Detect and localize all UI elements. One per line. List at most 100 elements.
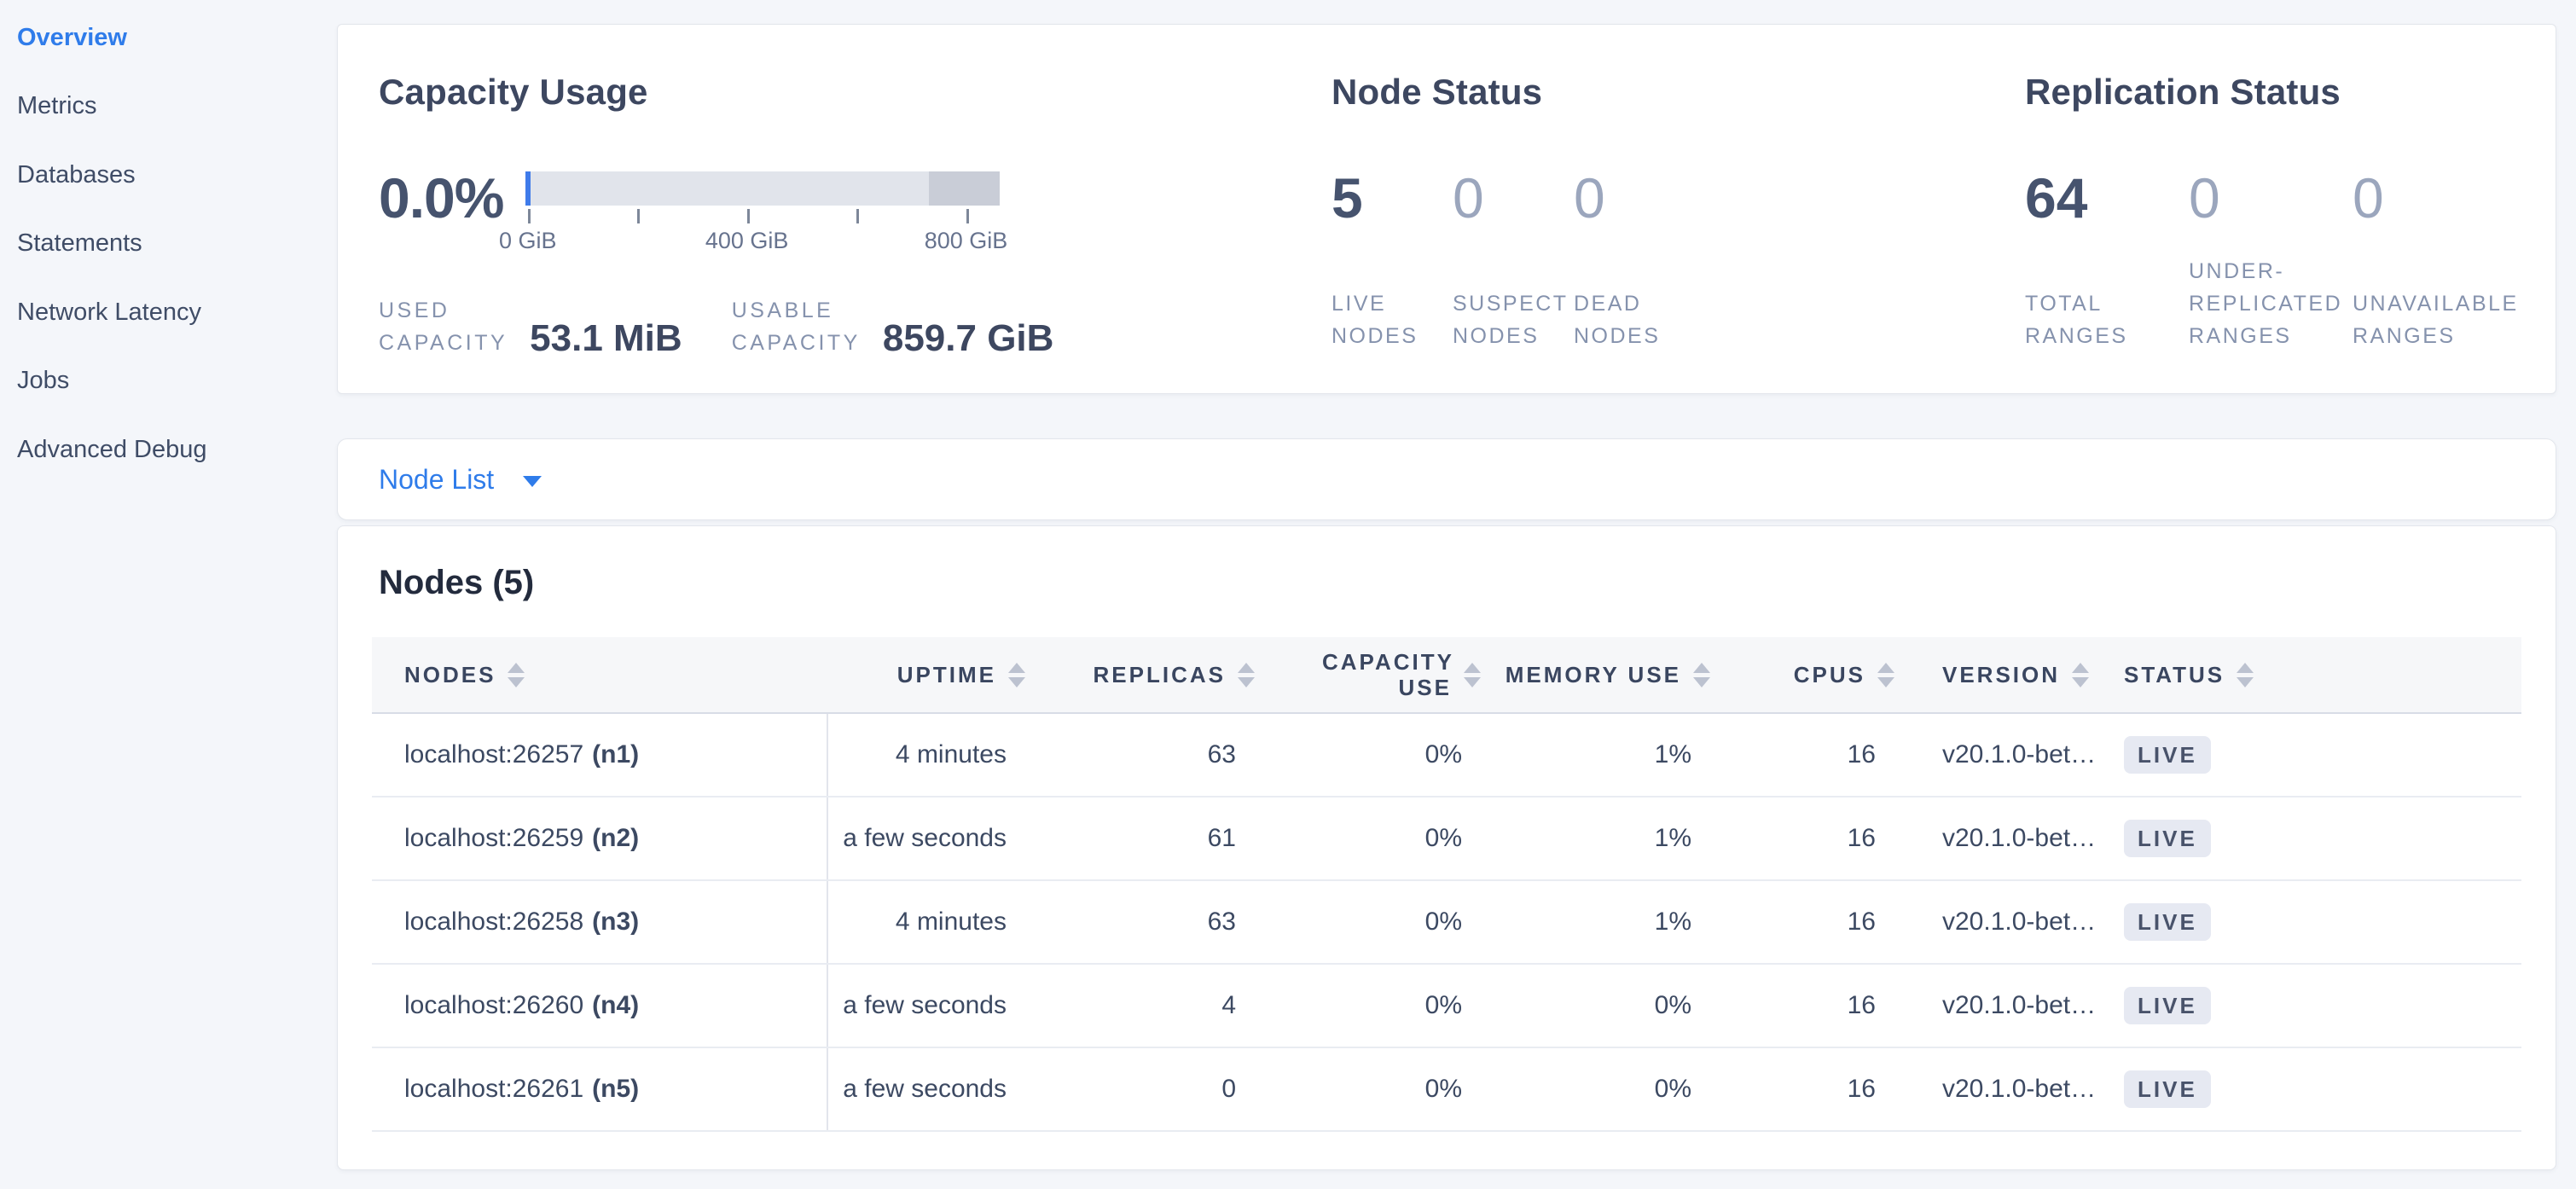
- sort-up-arrow: [2072, 663, 2089, 673]
- cpus-cell: 16: [1719, 740, 1903, 769]
- sort-down-arrow: [1008, 677, 1025, 687]
- version-cell: v20.1.0-bet…: [1903, 908, 2103, 937]
- stat-label: TOTALRANGES: [2025, 287, 2189, 352]
- stat-label-line: DEAD: [1574, 287, 1695, 320]
- table-row: localhost:26258(n3)4 minutes630%1%16v20.…: [372, 881, 2521, 965]
- stat-label-line: CAPACITY: [379, 327, 508, 359]
- sidebar-item-metrics[interactable]: Metrics: [0, 72, 317, 142]
- sort-icon: [2072, 663, 2089, 687]
- capacity-use-cell: 0%: [1263, 1075, 1489, 1104]
- column-header-label: REPLICAS: [1094, 662, 1226, 688]
- cpus-cell: 16: [1719, 908, 1903, 937]
- node-name-cell[interactable]: localhost:26260(n4): [372, 965, 828, 1047]
- node-list-dropdown[interactable]: Node List: [337, 438, 2556, 520]
- capacity-axis-ticks: [525, 207, 1000, 224]
- stat-label-line: REPLICATED: [2189, 287, 2353, 320]
- sort-up-arrow: [1464, 663, 1481, 673]
- sidebar-item-statements[interactable]: Statements: [0, 210, 317, 279]
- sort-down-arrow: [2072, 677, 2089, 687]
- node-status-stats: 5 LIVENODES0SUSPECTNODES0DEADNODES: [1332, 170, 2025, 352]
- stat-label-line: NODES: [1332, 320, 1453, 352]
- column-header-replicas[interactable]: REPLICAS: [1034, 662, 1263, 688]
- node-id: (n5): [592, 1075, 639, 1104]
- node-id: (n1): [592, 740, 639, 769]
- sort-down-arrow: [2237, 677, 2254, 687]
- axis-tick-label: 0 GiB: [499, 228, 557, 254]
- node-list-dropdown-label[interactable]: Node List: [379, 464, 494, 496]
- stat-label: SUSPECTNODES: [1453, 287, 1574, 352]
- node-status-section: Node Status 5LIVENODES0SUSPECTNODES0DEAD…: [1332, 72, 2025, 393]
- stat-label: USEDCAPACITY: [379, 294, 508, 359]
- status-cell: LIVE: [2103, 987, 2521, 1024]
- axis-tick: [528, 209, 531, 223]
- status-badge: LIVE: [2124, 820, 2211, 857]
- column-header-label: NODES: [404, 662, 496, 688]
- stat-value: 5: [1332, 170, 1453, 226]
- sort-up-arrow: [508, 663, 525, 673]
- node-name-cell[interactable]: localhost:26259(n2): [372, 798, 828, 879]
- capacity-stat-value: 53.1 MiB: [530, 320, 682, 357]
- stat-label-line: NODES: [1453, 320, 1574, 352]
- stat-dead-nodes: 0DEADNODES: [1574, 170, 1695, 352]
- column-header-uptime[interactable]: UPTIME: [828, 662, 1034, 688]
- node-id: (n3): [592, 908, 639, 937]
- capacity-use-cell: 0%: [1263, 908, 1489, 937]
- node-host: localhost:26259: [404, 824, 583, 853]
- column-header-label: VERSION: [1942, 662, 2060, 688]
- column-header-capacity_use[interactable]: CAPACITY USE: [1263, 649, 1489, 700]
- sidebar-item-overview[interactable]: Overview: [0, 3, 317, 72]
- sort-down-arrow: [1464, 677, 1481, 687]
- replicas-cell: 0: [1034, 1075, 1263, 1104]
- column-header-version[interactable]: VERSION: [1903, 662, 2103, 688]
- stat-value: 64: [2025, 170, 2189, 226]
- axis-tick-label: 800 GiB: [925, 228, 1008, 254]
- sort-icon: [508, 663, 525, 687]
- column-header-nodes[interactable]: NODES: [372, 662, 828, 688]
- table-row: localhost:26261(n5)a few seconds00%0%16v…: [372, 1048, 2521, 1132]
- node-host: localhost:26258: [404, 908, 583, 937]
- capacity-usage-title: Capacity Usage: [379, 72, 1297, 113]
- nodes-table: NODES UPTIME REPLICAS CAPACITY USEMEMORY US…: [372, 637, 2521, 1132]
- node-name-cell[interactable]: localhost:26257(n1): [372, 714, 828, 796]
- sidebar-item-advanced-debug[interactable]: Advanced Debug: [0, 415, 317, 484]
- uptime-cell: a few seconds: [828, 991, 1034, 1020]
- node-name-cell[interactable]: localhost:26258 (n3): [372, 881, 828, 963]
- capacity-stat-usable: USABLECAPACITY859.7 GiB: [732, 294, 1054, 359]
- stat-label: LIVENODES: [1332, 287, 1453, 352]
- sidebar-item-network-latency[interactable]: Network Latency: [0, 278, 317, 347]
- axis-tick: [747, 209, 750, 223]
- replication-status-section: Replication Status 64TOTALRANGES0UNDER-R…: [2025, 72, 2521, 393]
- column-header-label: STATUS: [2124, 662, 2225, 688]
- uptime-cell: 4 minutes: [828, 740, 1034, 769]
- sort-down-arrow: [1238, 677, 1255, 687]
- status-badge: LIVE: [2124, 987, 2211, 1024]
- stat-label-line: RANGES: [2189, 320, 2353, 352]
- stat-label: DEADNODES: [1574, 287, 1695, 352]
- axis-tick: [637, 209, 640, 223]
- cpus-cell: 16: [1719, 824, 1903, 853]
- table-row: localhost:26260(n4)a few seconds40%0%16v…: [372, 965, 2521, 1048]
- stat-label-line: UNDER-: [2189, 255, 2353, 287]
- node-host: localhost:26260: [404, 991, 583, 1020]
- stat-total-ranges: 64 TOTALRANGES: [2025, 170, 2189, 352]
- stat-under-replicated-ranges: 0 UNDER-REPLICATEDRANGES: [2189, 170, 2353, 352]
- stat-label-line: TOTAL: [2025, 287, 2189, 320]
- sidebar-item-databases[interactable]: Databases: [0, 141, 317, 210]
- capacity-bar-other-segment: [929, 171, 1000, 206]
- sidebar-item-jobs[interactable]: Jobs: [0, 347, 317, 416]
- column-header-memory_use[interactable]: MEMORY USE: [1489, 662, 1719, 688]
- stat-value: 0: [2353, 170, 2516, 226]
- stat-value: 0: [2189, 170, 2353, 226]
- node-name-cell[interactable]: localhost:26261 (n5): [372, 1048, 828, 1130]
- stat-unavailable-ranges: 0UNAVAILABLERANGES: [2353, 170, 2516, 352]
- version-cell: v20.1.0-bet…: [1903, 991, 2103, 1020]
- replication-status-title: Replication Status: [2025, 72, 2521, 113]
- sidebar: OverviewMetricsDatabasesStatementsNetwor…: [0, 0, 317, 1189]
- stat-suspect-nodes: 0SUSPECTNODES: [1453, 170, 1574, 352]
- status-badge: LIVE: [2124, 903, 2211, 941]
- nodes-table-header: NODES UPTIME REPLICAS CAPACITY USEMEMORY US…: [372, 637, 2521, 714]
- column-header-cpus[interactable]: CPUS: [1719, 662, 1903, 688]
- node-host: localhost:26261: [404, 1075, 583, 1104]
- status-badge: LIVE: [2124, 736, 2211, 774]
- column-header-status[interactable]: STATUS: [2103, 662, 2521, 688]
